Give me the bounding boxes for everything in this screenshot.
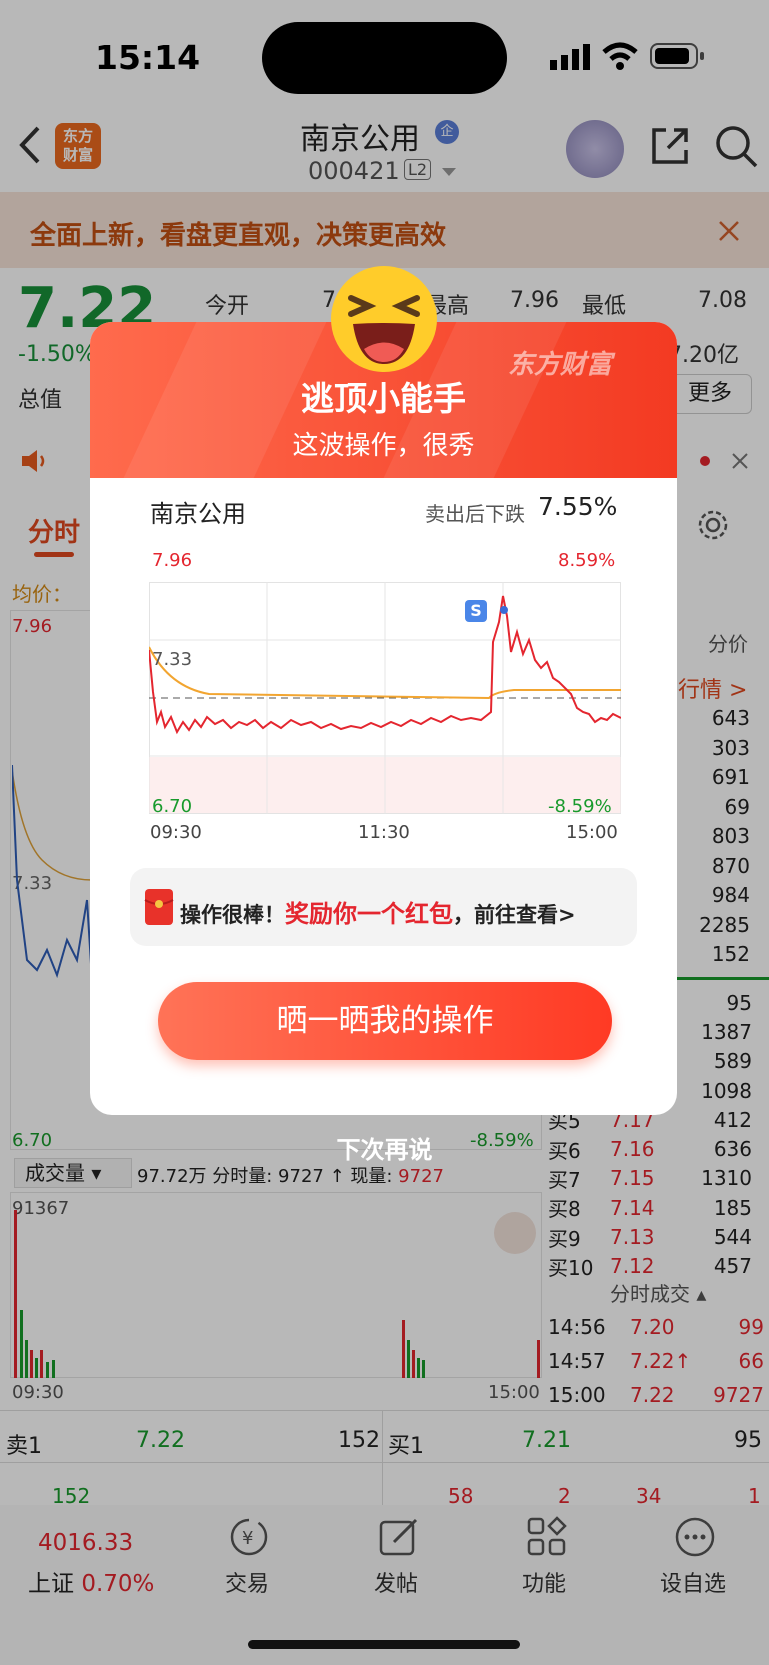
modal-chart-min-pct: -8.59% xyxy=(548,796,612,817)
modal-chart-max: 7.96 xyxy=(152,550,193,571)
modal-chart-max-pct: 8.59% xyxy=(558,550,616,571)
modal-stock-name: 南京公用 xyxy=(150,500,246,528)
modal-x-end: 15:00 xyxy=(566,822,618,843)
modal-chart-min: 6.70 xyxy=(152,796,193,817)
share-operation-button[interactable]: 晒一晒我的操作 xyxy=(158,982,612,1060)
skip-later-button[interactable]: 下次再说 xyxy=(0,1130,769,1165)
modal-x-mid: 11:30 xyxy=(358,822,410,843)
home-indicator[interactable] xyxy=(248,1640,520,1649)
modal-x-start: 09:30 xyxy=(150,822,202,843)
modal-chart-ref: 7.33 xyxy=(152,649,193,670)
red-packet-icon xyxy=(144,889,174,925)
reward-link[interactable]: ，前往查看> xyxy=(453,903,576,927)
red-packet-reward[interactable]: 操作很棒！奖励你一个红包，前往查看> xyxy=(130,868,637,946)
reward-text-a: 操作很棒！ xyxy=(180,903,285,927)
modal-title: 逃顶小能手 xyxy=(301,379,466,418)
modal-subtitle: 这波操作，很秀 xyxy=(292,431,475,461)
reward-text-b: 奖励你一个红包 xyxy=(285,900,453,928)
drop-label: 卖出后下跌 xyxy=(425,502,525,526)
sell-marker: S xyxy=(465,600,487,622)
reward-text: 操作很棒！奖励你一个红包，前往查看> xyxy=(180,894,576,929)
laughing-emoji-icon xyxy=(331,266,437,372)
modal-intraday-chart xyxy=(149,582,621,814)
drop-value: 7.55% xyxy=(538,492,618,521)
